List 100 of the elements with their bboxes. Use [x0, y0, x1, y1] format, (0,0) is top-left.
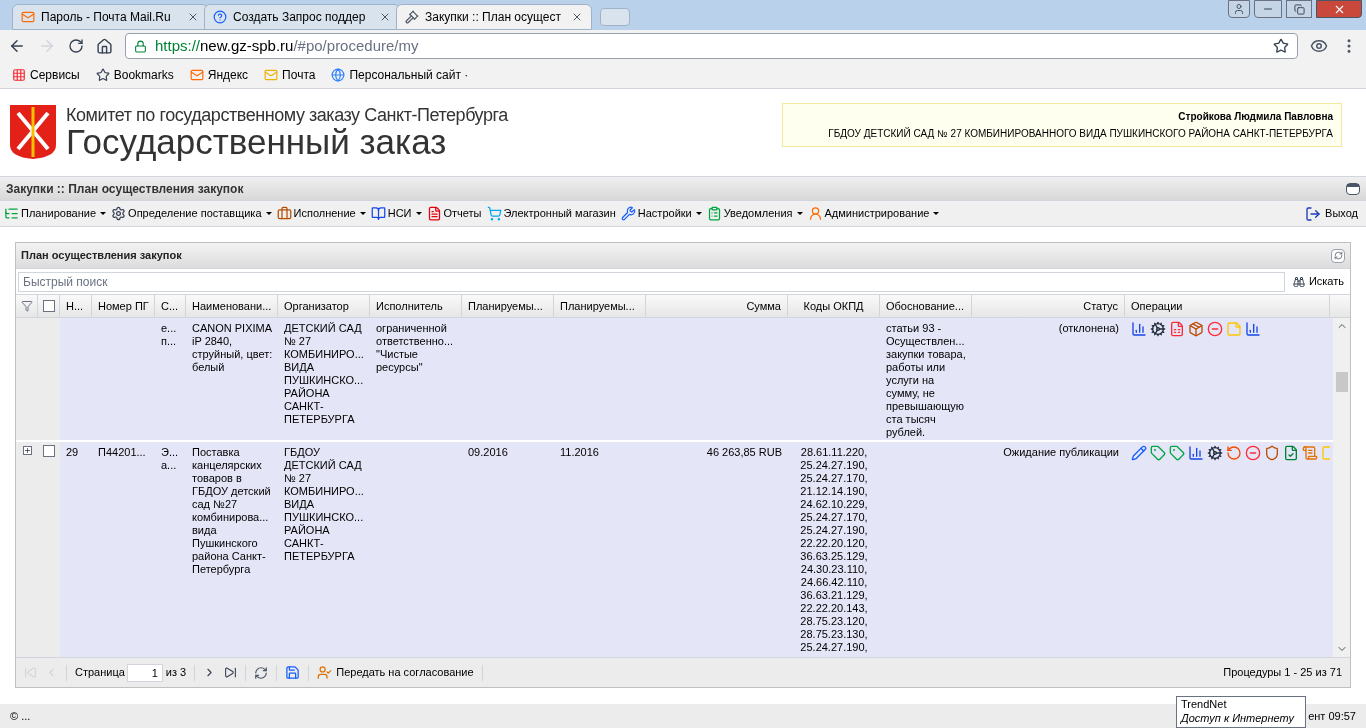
menu-item[interactable]: Планирование	[4, 205, 107, 222]
coat-of-arms-icon	[8, 103, 58, 161]
address-field[interactable]: https://new.gz-spb.ru/#po/procedure/my	[125, 33, 1298, 59]
refresh-button[interactable]	[1331, 248, 1345, 263]
last-page-icon[interactable]	[224, 666, 238, 679]
column-header[interactable]: Номер ПГ	[92, 295, 155, 317]
restore-icon	[1293, 3, 1305, 15]
column-header[interactable]: Наименовани...	[186, 295, 278, 317]
table-row[interactable]	[16, 442, 1333, 657]
menu-item[interactable]: Определение поставщика	[111, 205, 272, 222]
tooltip-text: Доступ к Интернету	[1181, 711, 1296, 725]
bar-chart-icon[interactable]	[1131, 321, 1147, 337]
star-icon	[95, 68, 110, 82]
filter-icon[interactable]	[20, 300, 33, 312]
table-cell: 46 263,85 RUB	[706, 446, 782, 458]
minimize-button[interactable]	[1254, 0, 1282, 18]
caret-icon	[415, 212, 422, 215]
exit-button[interactable]: Выход	[1305, 205, 1362, 222]
close-icon[interactable]	[571, 11, 583, 23]
column-header[interactable]: Операции	[1125, 295, 1330, 317]
check-document-icon[interactable]	[1283, 445, 1299, 461]
extension-icon[interactable]	[1310, 37, 1328, 55]
column-header[interactable]: Н...	[60, 295, 92, 317]
bookmark-item[interactable]: Bookmarks	[95, 66, 174, 84]
restore-button[interactable]	[1286, 0, 1312, 18]
close-icon[interactable]	[187, 11, 199, 23]
package-icon[interactable]	[1188, 321, 1204, 337]
menu-item[interactable]: Электронный магазин	[486, 205, 616, 222]
search-field[interactable]: Быстрый поиск	[18, 271, 1285, 292]
browser-tab[interactable]: Создать Запрос поддер	[204, 4, 400, 30]
gear-icon	[111, 206, 127, 221]
back-icon[interactable]	[8, 37, 26, 55]
menu-item[interactable]: Отчеты	[426, 205, 482, 222]
committee-title: Комитет по государственному заказу Санкт-Петербурга	[66, 105, 508, 124]
reload-icon[interactable]	[68, 38, 84, 54]
scroll-icon[interactable]	[1302, 445, 1318, 461]
bookmark-item[interactable]: Сервисы	[12, 66, 80, 84]
home-icon[interactable]	[96, 37, 113, 55]
user-organization: ГБДОУ ДЕТСКИЙ САД № 27 КОМБИНИРОВАННОГО ВИДА ПУШКИНСКОГО РАЙОНА САНКТ-ПЕТЕРБУРГА	[828, 126, 1333, 141]
gear-icon[interactable]	[1150, 321, 1166, 337]
exit-icon	[1305, 205, 1322, 222]
menu-item[interactable]: Уведомления	[706, 205, 803, 222]
tag-icon[interactable]	[1169, 445, 1185, 461]
tooltip-title: TrendNet	[1181, 697, 1228, 711]
gear-icon[interactable]	[1207, 445, 1223, 461]
browser-tab[interactable]: Закупки :: План осущест	[396, 4, 592, 30]
page-number-field[interactable]: 1	[126, 663, 163, 682]
caret-icon	[265, 212, 272, 215]
pencil-icon[interactable]	[1131, 445, 1147, 461]
tag-icon[interactable]	[1150, 445, 1166, 461]
refresh-icon	[1333, 251, 1343, 260]
column-header[interactable]: Исполнитель	[370, 295, 462, 317]
bookmark-item[interactable]: Яндекс	[189, 66, 249, 84]
menu-item[interactable]: НСИ	[370, 205, 422, 222]
gavel-icon	[405, 10, 419, 24]
module-title: Закупки :: План осуществления закупок	[6, 180, 245, 198]
table-cell: 28.61.11.220, 25.24.27.190, 25.24.27.170, 21.12.14.190, 24.62.10.229, 25.24.27.170, 25.24.27.190, 22.22.20.120, 36.63.25.129, 24.30.23.110, 24.66.42.110, 36.63.21.129, 22.22.20.143, 28.75.23.120, 28.75.23.130, 25.24.27.190,	[800, 446, 868, 653]
apps-icon	[12, 68, 26, 82]
close-icon[interactable]	[379, 11, 391, 23]
browser-tab[interactable]: Пароль - Почта Mail.Ru	[12, 4, 208, 30]
scrollbar-thumb[interactable]	[1335, 372, 1348, 392]
column-header[interactable]: Сумма	[646, 295, 788, 317]
column-header[interactable]: Статус	[972, 295, 1125, 317]
menu-item[interactable]: Настройки	[620, 205, 702, 222]
row-checkbox[interactable]	[43, 445, 55, 457]
person-icon	[317, 665, 333, 680]
menu-item[interactable]: Администрирование	[807, 205, 940, 222]
bar-chart-icon[interactable]	[1245, 321, 1261, 337]
column-header[interactable]: Коды ОКПД	[788, 295, 880, 317]
refresh-icon[interactable]	[254, 665, 269, 680]
vertical-scrollbar[interactable]	[1333, 318, 1350, 657]
menu-item[interactable]: Исполнение	[276, 205, 366, 222]
emblem-icon[interactable]	[1264, 445, 1280, 461]
column-header[interactable]: Планируемы...	[462, 295, 554, 317]
save-icon[interactable]	[285, 665, 301, 680]
table-cell: П44201...	[98, 446, 146, 458]
send-for-approval-button[interactable]: Передать на согласование	[317, 664, 474, 681]
table-row[interactable]	[16, 318, 1333, 442]
bookmark-star-icon[interactable]	[1273, 38, 1289, 54]
column-header[interactable]: С...	[155, 295, 186, 317]
table-cell: ГБДОУ ДЕТСКИЙ САД № 27 КОМБИНИРО... ВИДА ПУШКИНСКО... РАЙОНА САНКТ- ПЕТЕРБУРГА	[284, 446, 364, 562]
caret-icon	[100, 212, 107, 215]
column-header[interactable]: Организатор	[278, 295, 370, 317]
minus-circle-icon[interactable]	[1207, 321, 1223, 337]
bookmark-item[interactable]: Почта	[264, 66, 316, 84]
close-button[interactable]	[1316, 0, 1362, 18]
clock-text: ент 09:57	[1308, 708, 1356, 724]
table-cell: CANON PIXIMA iP 2840, струйный, цвет: белый	[192, 322, 273, 373]
select-all-checkbox[interactable]	[42, 300, 55, 312]
minus-circle-icon[interactable]	[1245, 445, 1261, 461]
bookmark-item[interactable]: Персональный сайт ·	[331, 66, 469, 84]
expand-icon[interactable]	[22, 446, 32, 455]
column-header[interactable]: Обоснование...	[880, 295, 972, 317]
maximize-button[interactable]	[1346, 182, 1360, 195]
tab-title: Пароль - Почта Mail.Ru	[41, 9, 172, 26]
bar-chart-icon[interactable]	[1188, 445, 1204, 461]
caret-icon	[933, 212, 940, 215]
search-button[interactable]: Искать	[1288, 273, 1348, 290]
column-header[interactable]: Планируемы...	[554, 295, 646, 317]
profile-button[interactable]	[1228, 0, 1250, 18]
